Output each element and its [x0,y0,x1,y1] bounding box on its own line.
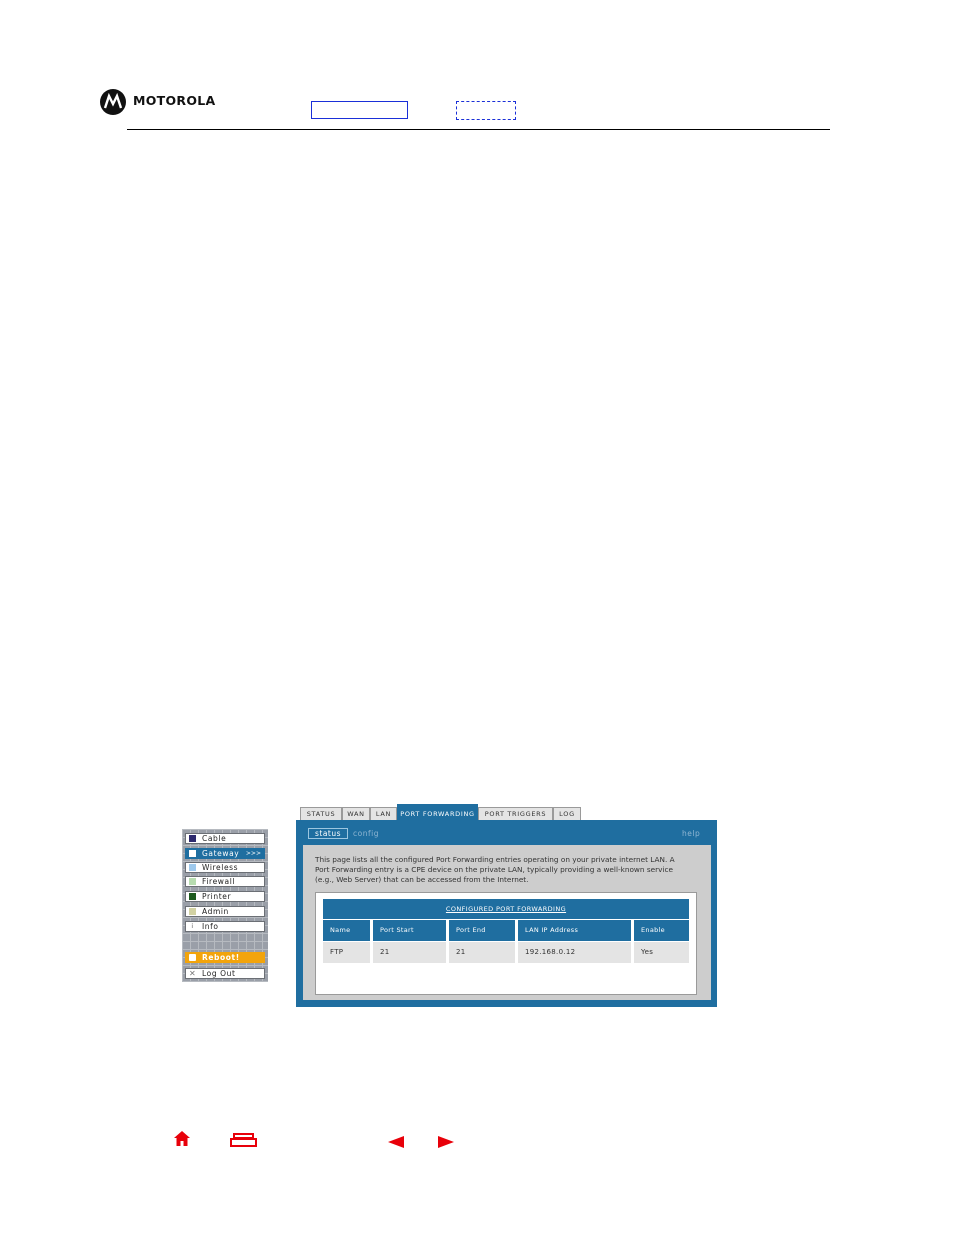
admin-swatch-icon [189,908,196,915]
motorola-logo-icon [100,89,126,115]
subtab-config[interactable]: config [353,829,379,838]
menu-item-label: Printer [202,892,232,901]
tab-port-triggers[interactable]: PORT TRIGGERS [478,807,553,820]
tab-status[interactable]: STATUS [300,807,342,820]
table-cell: FTP [323,942,370,963]
tab-port-forwarding[interactable]: PORT FORWARDING [397,804,478,820]
subtab-status[interactable]: status [308,828,348,839]
info-icon: i [191,923,194,930]
menu-item-printer[interactable]: Printer [185,891,265,902]
tab-wan[interactable]: WAN [342,807,370,820]
menu-item-label: Wireless [202,863,239,872]
active-arrow-icon: >>> [245,850,261,857]
table-cell: 21 [373,942,446,963]
column-header-port-start: Port Start [373,920,446,941]
table-cell: 21 [449,942,515,963]
reboot-button[interactable]: Reboot! [185,952,265,963]
menu-item-wireless[interactable]: Wireless [185,862,265,873]
brand-name: MOTOROLA [133,93,216,108]
wireless-swatch-icon [189,864,196,871]
menu-item-cable[interactable]: Cable [185,833,265,844]
printer-swatch-icon [189,893,196,900]
header-dashed-link-box[interactable] [456,101,516,120]
column-header-lan-ip: LAN IP Address [518,920,631,941]
close-icon: ✕ [189,969,197,978]
menu-item-label: Info [202,922,219,931]
column-header-port-end: Port End [449,920,515,941]
side-menu: Cable Gateway >>> Wireless Firewall Prin… [182,829,268,982]
menu-item-label: Cable [202,834,227,843]
menu-item-gateway[interactable]: Gateway >>> [185,848,265,859]
previous-page-icon[interactable] [387,1133,405,1152]
header-link-box[interactable] [311,101,408,119]
column-header-name: Name [323,920,370,941]
help-link[interactable]: help [682,829,700,838]
menu-item-admin[interactable]: Admin [185,906,265,917]
menu-item-info[interactable]: i Info [185,921,265,932]
power-icon [189,954,196,961]
header-divider [127,129,830,130]
home-icon[interactable] [173,1130,191,1151]
gateway-swatch-icon [189,850,196,857]
logout-button[interactable]: ✕ Log Out [185,968,265,979]
menu-item-firewall[interactable]: Firewall [185,876,265,887]
page-description: This page lists all the configured Port … [315,855,675,884]
menu-item-label: Admin [202,907,229,916]
table-cell: Yes [634,942,689,963]
tab-lan[interactable]: LAN [370,807,397,820]
firewall-swatch-icon [189,878,196,885]
logout-label: Log Out [202,969,236,978]
next-page-icon[interactable] [437,1133,455,1152]
tab-log[interactable]: LOG [553,807,581,820]
print-icon[interactable] [230,1132,257,1151]
reboot-label: Reboot! [202,953,240,962]
menu-item-label: Firewall [202,877,236,886]
cable-swatch-icon [189,835,196,842]
table-cell: 192.168.0.12 [518,942,631,963]
menu-item-label: Gateway [202,849,240,858]
table-title: CONFIGURED PORT FORWARDING [323,899,689,919]
column-header-enable: Enable [634,920,689,941]
